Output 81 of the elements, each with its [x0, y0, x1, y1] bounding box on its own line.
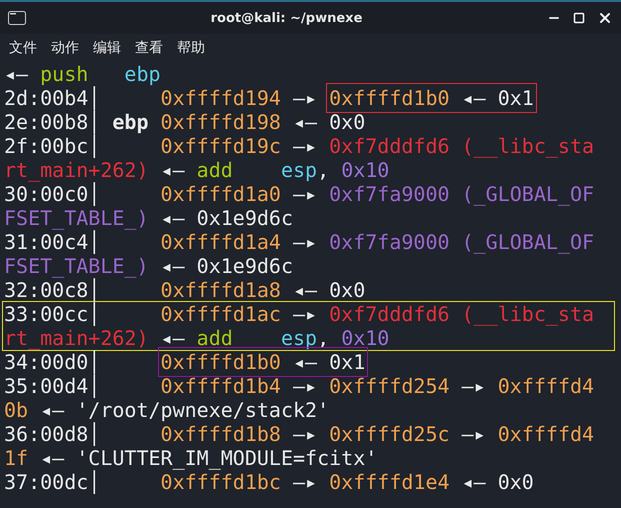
terminal-text: —▸ — [292, 230, 318, 254]
terminal-text: 37:00dc│ — [4, 470, 102, 494]
menu-item[interactable]: 查看 — [135, 39, 163, 57]
menu-item[interactable]: 帮助 — [177, 39, 205, 57]
maximize-button[interactable] — [573, 12, 585, 24]
terminal-text: rt_main+262) — [4, 158, 148, 182]
terminal-text: 31:00c4│ — [4, 230, 102, 254]
terminal-text: —▸ — [292, 302, 318, 326]
terminal-text: ◂— — [160, 326, 186, 350]
close-icon — [597, 10, 613, 26]
terminal-text: ◂— 0x0 — [460, 470, 534, 494]
terminal-text: 0b — [4, 398, 28, 422]
terminal-text: 0xffffd1b8 — [160, 422, 281, 446]
terminal-text: 0xffffd1e4 — [329, 470, 450, 494]
terminal-text: 1f — [4, 446, 28, 470]
terminal-text: ◂— 0x1e9d6c — [160, 206, 293, 230]
terminal-text: ◂— 0x1e9d6c — [160, 254, 293, 278]
terminal-text: ◂— — [4, 62, 30, 86]
terminal-text: 0xffffd1bc — [160, 470, 281, 494]
terminal-text: —▸ — [292, 422, 318, 446]
menu-item[interactable]: 编辑 — [93, 39, 121, 57]
terminal-text: 35:00d4│ — [4, 374, 102, 398]
terminal-text: —▸ — [292, 182, 318, 206]
terminal-text: 0xf7dddfd6 (__libc_sta — [329, 302, 594, 326]
terminal-text: 0xf7fa9000 (_GLOBAL_OF — [329, 182, 594, 206]
terminal-text: 30:00c0│ — [4, 182, 102, 206]
terminal-text: ◂— '/root/pwnexe/stack2' — [39, 398, 330, 422]
window-title: root@kali: ~/pwnexe — [210, 10, 364, 26]
terminal-text: 0xffffd19c — [160, 134, 281, 158]
terminal-text: —▸ — [292, 374, 318, 398]
terminal-text: 36:00d8│ — [4, 422, 102, 446]
terminal-text: ◂— 0x1 — [460, 86, 534, 110]
terminal-text: ebp — [112, 110, 150, 134]
terminal-text: 0xffffd1a8 — [160, 278, 281, 302]
terminal-text: 0xffffd4 — [498, 422, 594, 446]
terminal-text: —▸ — [292, 86, 318, 110]
menu-item[interactable]: 文件 — [9, 39, 37, 57]
terminal-text: add — [196, 158, 234, 182]
terminal-text: 0xffffd254 — [329, 374, 450, 398]
terminal-text: 0xffffd194 — [160, 86, 281, 110]
terminal-text: 0xffffd1ac — [160, 302, 281, 326]
terminal-text: 0xffffd1a0 — [160, 182, 281, 206]
terminal-text: 0xffffd1a4 — [160, 230, 281, 254]
terminal-text: 2d:00b4│ — [4, 86, 102, 110]
maximize-icon — [573, 12, 585, 24]
terminal-text: —▸ — [460, 422, 487, 446]
terminal-text: rt_main+262) — [4, 326, 148, 350]
terminal-text: ebp — [124, 62, 161, 86]
terminal-text: 2f:00bc│ — [4, 134, 102, 158]
terminal-text: 34:00d0│ — [4, 350, 102, 374]
close-button[interactable] — [597, 10, 613, 26]
terminal-text: 2e:00b8│ — [4, 110, 102, 134]
terminal-text: —▸ — [292, 470, 318, 494]
terminal-text: 32:00c8│ — [4, 278, 102, 302]
terminal-text: —▸ — [292, 134, 318, 158]
terminal-text: esp — [280, 158, 318, 182]
terminal-text: 0xf7dddfd6 (__libc_sta — [329, 134, 594, 158]
terminal-text: 0xffffd25c — [329, 422, 450, 446]
terminal-text: ◂— 0x0 — [292, 110, 366, 134]
terminal-text: 0xf7fa9000 (_GLOBAL_OF — [329, 230, 594, 254]
terminal-text: 0x10 — [341, 326, 390, 350]
terminal-text: , — [317, 158, 330, 182]
terminal-text: ◂— 0x1 — [292, 350, 366, 374]
terminal-text: —▸ — [460, 374, 487, 398]
terminal-icon — [8, 11, 26, 25]
terminal-text: 0xffffd4 — [498, 374, 594, 398]
terminal-text: ◂— — [160, 158, 186, 182]
terminal-text: ◂— 'CLUTTER_IM_MODULE=fcitx' — [39, 446, 378, 470]
terminal-text: 33:00cc│ — [4, 302, 102, 326]
terminal-text: FSET_TABLE_) — [4, 206, 148, 230]
terminal-text: add — [196, 326, 234, 350]
terminal-text: esp — [280, 326, 318, 350]
terminal-text: 0xffffd1b0 — [160, 350, 281, 374]
terminal-text: 0x10 — [341, 158, 390, 182]
terminal-text: push — [40, 62, 90, 86]
terminal-text: ◂— 0x0 — [292, 278, 366, 302]
menu-item[interactable]: 动作 — [51, 39, 79, 57]
terminal-text: 0xffffd1b4 — [160, 374, 281, 398]
terminal-text: FSET_TABLE_) — [4, 254, 148, 278]
terminal-text: 0xffffd198 — [160, 110, 281, 134]
terminal-text: 0xffffd1b0 — [329, 86, 450, 110]
